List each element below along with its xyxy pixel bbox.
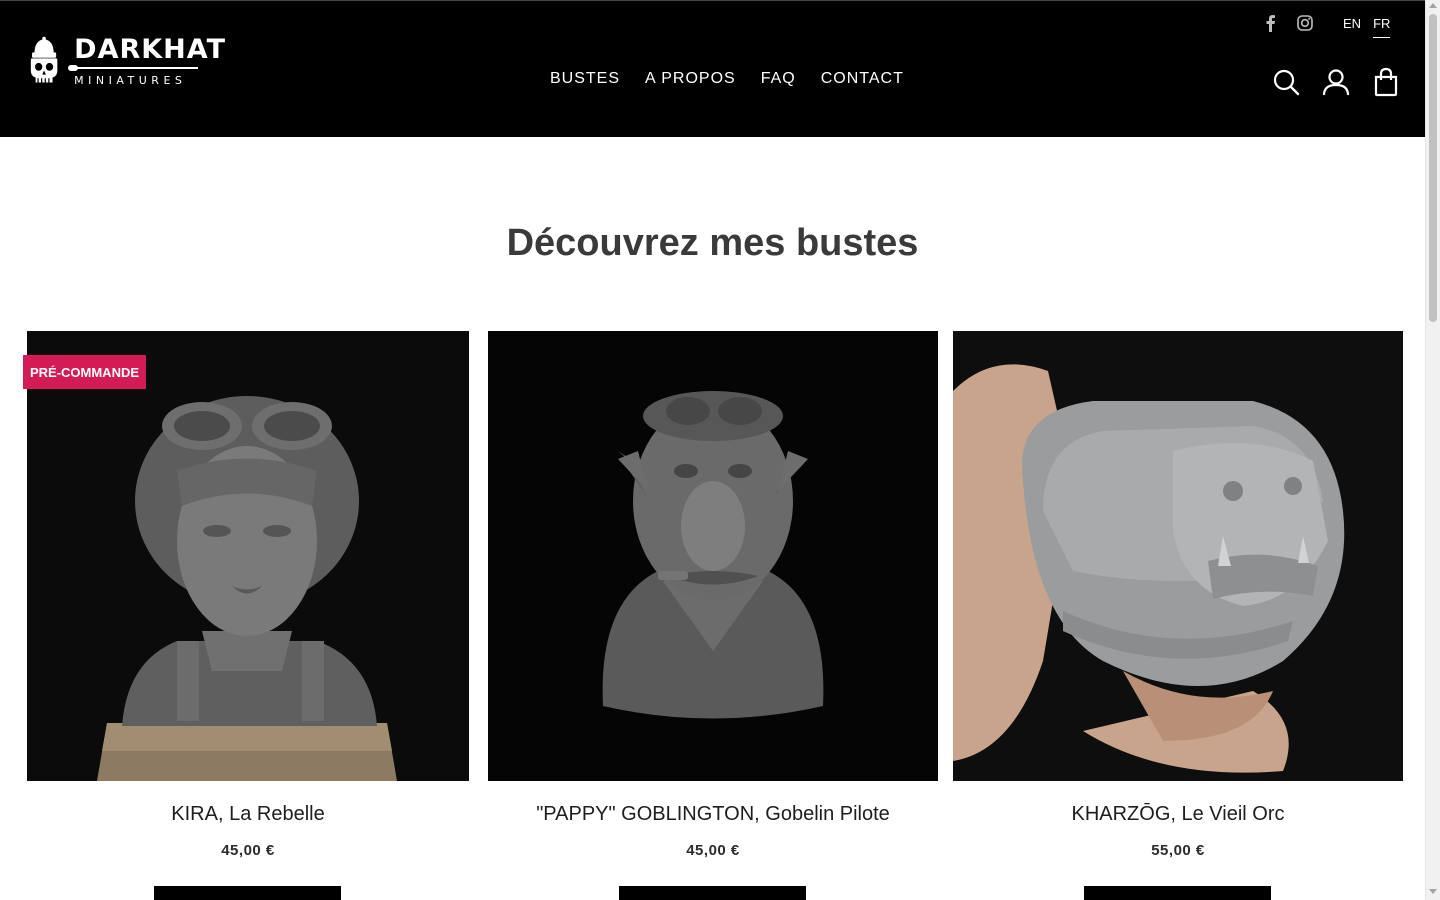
scroll-up-arrow-icon[interactable] [1429, 3, 1437, 8]
product-card-kira[interactable]: KIRA, La Rebelle 45,00 € [27, 331, 469, 900]
social-links [1262, 13, 1314, 33]
nav-item-a-propos[interactable]: A PROPOS [645, 70, 736, 88]
brand-subtitle: MINIATURES [74, 74, 187, 87]
instagram-icon[interactable] [1296, 13, 1314, 33]
main-nav: BUSTES A PROPOS FAQ CONTACT [550, 70, 929, 88]
page: DARKHAT MINIATURES BUSTES A PROPOS FAQ C… [0, 0, 1440, 900]
product-image-pappy[interactable] [488, 331, 938, 781]
product-price: 45,00 € [221, 842, 275, 859]
brand-logo[interactable]: DARKHAT MINIATURES [26, 19, 226, 105]
add-to-cart-button[interactable] [619, 886, 806, 900]
vertical-scrollbar[interactable] [1425, 0, 1440, 900]
lang-fr[interactable]: FR [1373, 16, 1391, 38]
account-icon[interactable] [1322, 67, 1350, 97]
section-title: Découvrez mes bustes [506, 222, 919, 264]
product-name[interactable]: KHARZŌG, Le Vieil Orc [953, 803, 1403, 826]
product-card-pappy[interactable]: "PAPPY" GOBLINGTON, Gobelin Pilote 45,00… [488, 331, 938, 900]
nav-item-faq[interactable]: FAQ [761, 70, 796, 88]
scroll-down-arrow-icon[interactable] [1429, 889, 1437, 894]
product-price: 55,00 € [1151, 842, 1205, 859]
site-header: DARKHAT MINIATURES BUSTES A PROPOS FAQ C… [0, 0, 1425, 137]
product-image-kharzog[interactable] [953, 331, 1403, 781]
bust-illustration [27, 331, 469, 781]
facebook-icon[interactable] [1262, 13, 1280, 33]
product-card-kharzog[interactable]: KHARZŌG, Le Vieil Orc 55,00 € [953, 331, 1403, 900]
header-actions [1272, 67, 1400, 97]
product-name[interactable]: "PAPPY" GOBLINGTON, Gobelin Pilote [488, 803, 938, 826]
brand-brush-line [68, 65, 199, 71]
add-to-cart-button[interactable] [1084, 886, 1271, 900]
nav-item-contact[interactable]: CONTACT [821, 70, 904, 88]
search-icon[interactable] [1272, 67, 1300, 97]
skull-beanie-icon [30, 36, 58, 83]
preorder-badge: PRÉ-COMMANDE [23, 355, 146, 389]
product-image-kira[interactable] [27, 331, 469, 781]
brand-wordmark: DARKHAT MINIATURES [68, 34, 226, 89]
language-switcher: EN FR [1343, 16, 1391, 38]
brand-title: DARKHAT [74, 34, 226, 65]
lang-en[interactable]: EN [1343, 16, 1361, 38]
bust-illustration [488, 331, 938, 781]
scroll-thumb[interactable] [1429, 14, 1437, 322]
cart-icon[interactable] [1372, 67, 1400, 97]
product-price: 45,00 € [686, 842, 740, 859]
bust-illustration [953, 331, 1403, 781]
product-name[interactable]: KIRA, La Rebelle [27, 803, 469, 826]
nav-item-bustes[interactable]: BUSTES [550, 70, 620, 88]
add-to-cart-button[interactable] [154, 886, 341, 900]
